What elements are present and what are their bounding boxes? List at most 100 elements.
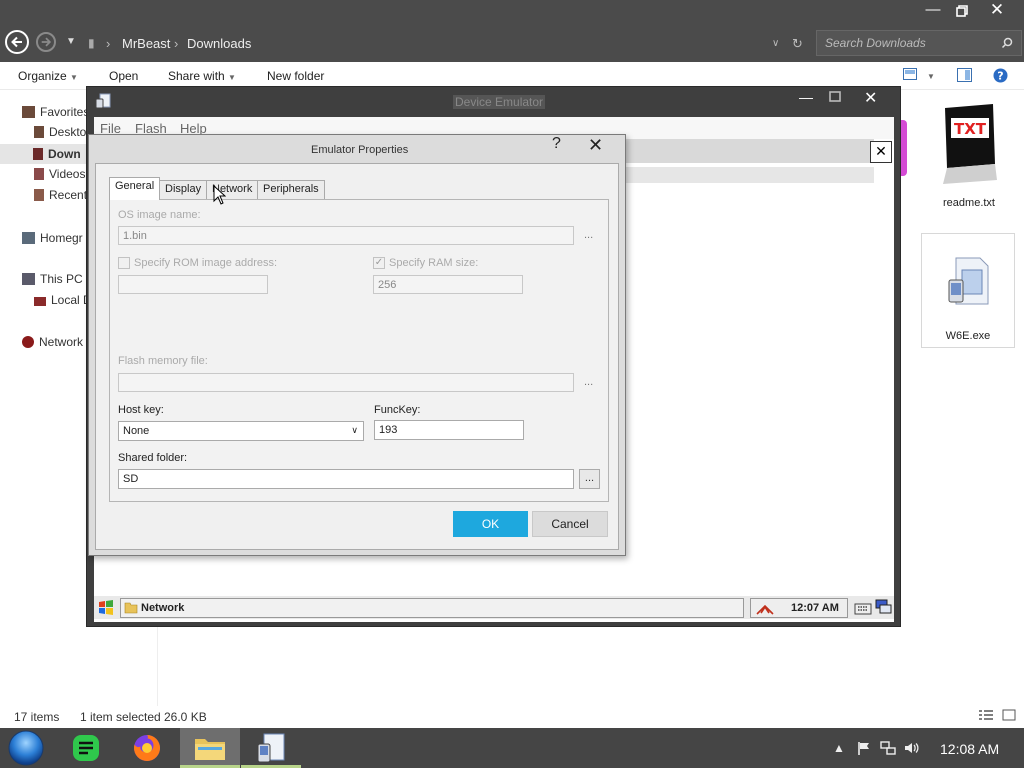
change-view-icon[interactable]: [903, 68, 917, 83]
shared-folder-label: Shared folder:: [118, 452, 188, 464]
rom-address-checkbox[interactable]: [118, 257, 130, 269]
ram-size-checkbox[interactable]: ✓: [373, 257, 385, 269]
emulator-minimize-button[interactable]: —: [799, 89, 813, 105]
address-row: ▼ ▮ › MrBeast › Downloads ∨ ↻ Search Dow…: [0, 26, 1024, 62]
open-button[interactable]: Open: [109, 69, 138, 83]
host-key-label: Host key:: [118, 404, 164, 416]
file-item-w6e[interactable]: W6E.exe: [921, 233, 1015, 348]
desktop-switch-icon[interactable]: [875, 599, 892, 618]
nav-item-local-disk[interactable]: Local D: [34, 293, 92, 313]
device-window-close-button[interactable]: ✕: [870, 141, 892, 163]
selection-count: 1 item selected: [80, 710, 161, 724]
action-center-icon[interactable]: [857, 741, 871, 758]
volume-icon[interactable]: [904, 741, 920, 758]
recent-locations-dropdown[interactable]: ▼: [66, 36, 76, 47]
nav-item-recent[interactable]: Recent: [34, 188, 87, 208]
favorites-icon: [22, 106, 35, 118]
svg-text:?: ?: [997, 70, 1003, 83]
help-icon[interactable]: ?: [993, 68, 1008, 86]
tab-general[interactable]: General: [109, 177, 161, 200]
view-options-dropdown[interactable]: ▼: [927, 72, 935, 81]
breadcrumb-item-mrbeast[interactable]: MrBeast: [122, 36, 170, 51]
ok-button[interactable]: OK: [453, 511, 528, 537]
large-icons-view-icon[interactable]: [1002, 709, 1016, 724]
forward-button[interactable]: [36, 32, 56, 52]
close-button[interactable]: ✕: [980, 0, 1014, 22]
windows-flag-icon: [99, 600, 113, 615]
nav-item-network[interactable]: Network: [22, 335, 83, 355]
device-emulator-icon: [257, 733, 285, 763]
location-icon: ▮: [88, 36, 95, 50]
nav-item-videos[interactable]: Videos: [34, 167, 85, 187]
taskbar-clock[interactable]: 12:08 AM: [940, 741, 999, 757]
back-button[interactable]: [5, 30, 29, 54]
breadcrumb-item-downloads[interactable]: Downloads: [187, 36, 251, 51]
emulator-properties-dialog: Emulator Properties ? ✕ General Display …: [88, 134, 626, 556]
ce-clock[interactable]: 12:07 AM: [791, 602, 839, 614]
details-view-icon[interactable]: [978, 709, 994, 724]
chevron-down-icon: ∨: [351, 425, 358, 435]
rom-address-label: Specify ROM image address:: [134, 257, 278, 269]
maximize-button[interactable]: [945, 0, 979, 22]
network-activity-icon[interactable]: [755, 601, 775, 619]
organize-button[interactable]: Organize ▼: [18, 69, 78, 83]
homegroup-icon: [22, 232, 35, 244]
taskbar-app-firefox[interactable]: [118, 728, 178, 768]
status-bar: 17 items 1 item selected 26.0 KB: [0, 706, 1024, 728]
ce-taskbar: Network 12:07 AM: [94, 595, 894, 619]
txt-file-icon: TXT: [943, 104, 997, 184]
shared-folder-field[interactable]: SD: [118, 469, 574, 489]
maximize-icon: [829, 91, 841, 102]
flash-memory-browse-button[interactable]: ...: [584, 376, 593, 388]
emulator-title: Device Emulator: [453, 95, 546, 109]
nav-item-favorites[interactable]: Favorites: [22, 105, 89, 125]
keyboard-icon[interactable]: [854, 600, 872, 618]
network-tray-icon[interactable]: [880, 741, 896, 758]
emulator-maximize-button[interactable]: [829, 91, 841, 105]
flash-memory-field[interactable]: [118, 373, 574, 392]
nav-item-this-pc[interactable]: This PC: [22, 272, 83, 292]
dialog-help-button[interactable]: ?: [552, 135, 561, 153]
ce-start-button[interactable]: [97, 599, 115, 618]
share-with-button[interactable]: Share with ▼: [168, 69, 236, 83]
computer-icon: [22, 273, 35, 285]
cancel-button[interactable]: Cancel: [532, 511, 608, 537]
preview-pane-icon[interactable]: [957, 68, 972, 85]
tab-peripherals[interactable]: Peripherals: [257, 180, 325, 200]
emulator-close-button[interactable]: ✕: [864, 88, 877, 108]
funckey-label: FuncKey:: [374, 404, 421, 416]
chevron-down-icon[interactable]: ∨: [772, 38, 779, 49]
search-input[interactable]: Search Downloads: [816, 30, 1022, 56]
taskbar-app-device-emulator[interactable]: [241, 728, 301, 768]
taskbar: ▲ 12:08 AM: [0, 728, 1024, 768]
taskbar-app-notes[interactable]: [56, 728, 116, 768]
nav-item-desktop[interactable]: Deskto: [34, 125, 86, 145]
refresh-icon[interactable]: ↻: [792, 36, 803, 52]
search-icon: [1001, 37, 1013, 49]
shared-folder-browse-button[interactable]: ...: [579, 469, 600, 489]
general-tab-panel: OS image name: 1.bin ... Specify ROM ima…: [109, 199, 609, 502]
host-key-select[interactable]: None ∨: [118, 421, 364, 441]
tab-display[interactable]: Display: [159, 180, 208, 200]
device-emulator-app-icon: [95, 93, 111, 112]
os-image-field[interactable]: 1.bin: [118, 226, 574, 245]
address-bar[interactable]: ▮ › MrBeast › Downloads ∨ ↻: [80, 30, 810, 56]
nav-item-homegroup[interactable]: Homegr: [22, 231, 83, 251]
folder-icon: [195, 739, 225, 760]
videos-icon: [34, 168, 44, 180]
breadcrumb-separator-icon: ›: [174, 36, 179, 51]
ce-task-button[interactable]: Network: [120, 598, 744, 618]
funckey-field[interactable]: 193: [374, 420, 524, 440]
rom-address-field[interactable]: [118, 275, 268, 294]
new-folder-button[interactable]: New folder: [267, 69, 324, 83]
explorer-titlebar: — ✕: [0, 0, 1024, 26]
dialog-close-button[interactable]: ✕: [588, 135, 603, 156]
dialog-title: Emulator Properties: [311, 144, 409, 156]
taskbar-app-file-explorer[interactable]: [180, 728, 240, 768]
start-button[interactable]: [8, 730, 44, 768]
os-image-browse-button[interactable]: ...: [584, 229, 593, 241]
show-hidden-icons-button[interactable]: ▲: [833, 741, 845, 755]
item-count: 17 items: [14, 710, 60, 724]
ram-size-field[interactable]: 256: [373, 275, 523, 294]
file-item-readme[interactable]: TXT readme.txt: [927, 102, 1011, 214]
